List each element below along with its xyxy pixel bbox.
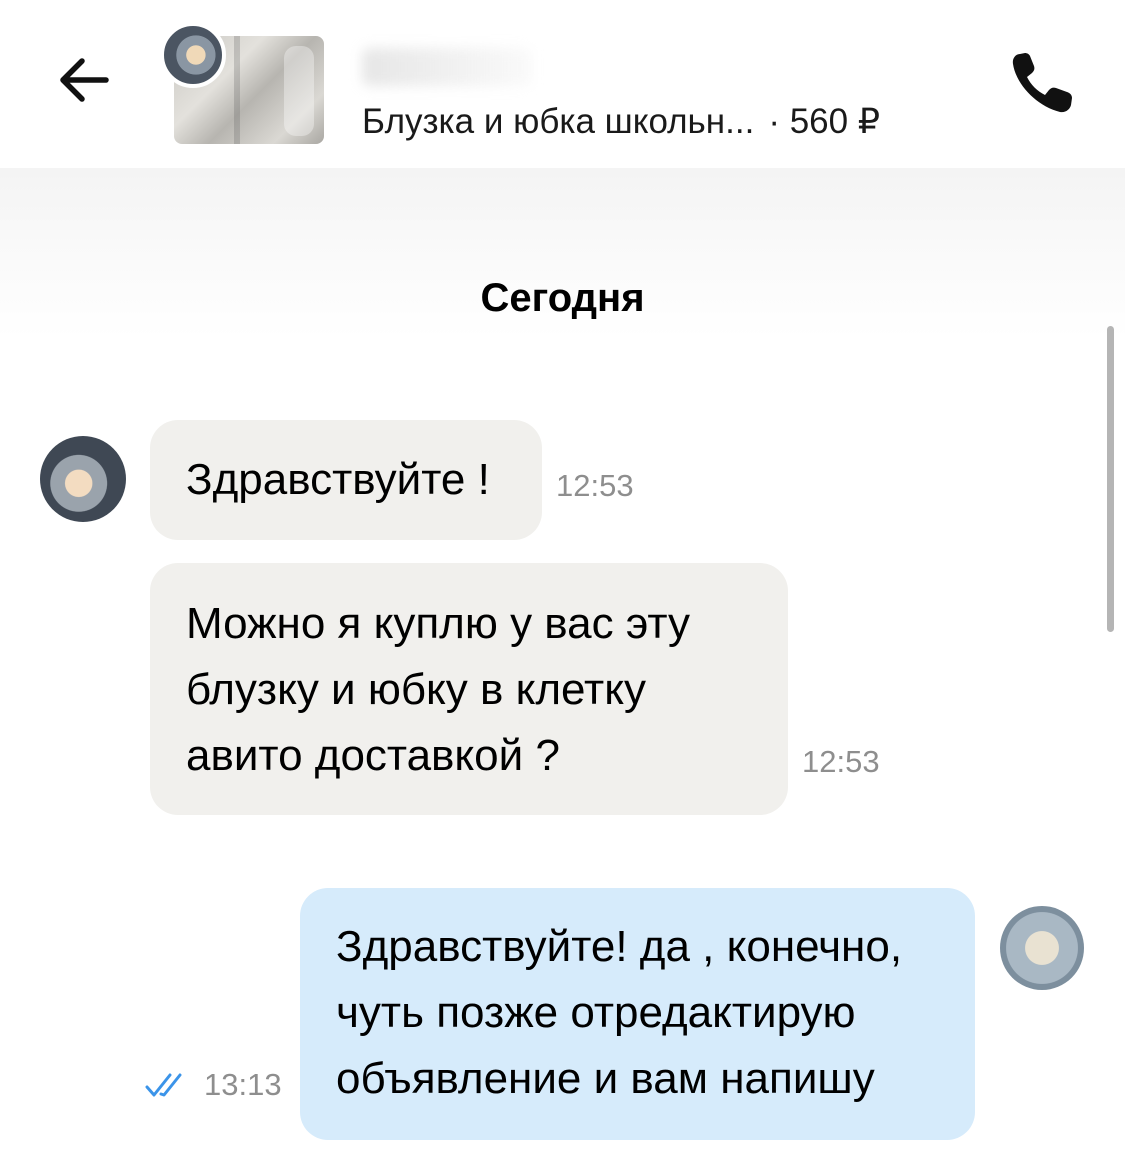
message-bubble-incoming[interactable]: Здравствуйте !: [150, 420, 542, 540]
message-text-line: чуть позже отредактирую: [336, 988, 856, 1037]
seller-name-blurred[interactable]: [362, 48, 532, 86]
message-time: 12:53: [556, 468, 634, 503]
scrollbar[interactable]: [1107, 326, 1114, 632]
listing-summary[interactable]: Блузка и юбка школьн... · 560 ₽: [362, 100, 880, 144]
message-text-line: блузку и юбку в клетку: [186, 665, 646, 714]
double-check-icon: [145, 1073, 182, 1097]
arrow-left-icon: [60, 58, 109, 102]
message-text-line: Здравствуйте! да , конечно,: [336, 922, 903, 971]
chat-header: Блузка и юбка школьн... · 560 ₽: [0, 0, 1125, 168]
thumbnail-fabric-highlight: [284, 46, 314, 136]
message-text-line: авито доставкой ?: [186, 731, 560, 780]
listing-title: Блузка и юбка школьн...: [362, 102, 755, 141]
message-text: Здравствуйте !: [186, 455, 490, 504]
message-text-line: Можно я куплю у вас эту: [186, 599, 691, 648]
message-time: 12:53: [802, 744, 880, 779]
call-button[interactable]: [1004, 46, 1080, 122]
message-bubble-outgoing[interactable]: Здравствуйте! да , конечно, чуть позже о…: [300, 888, 975, 1140]
message-text-line: объявление и вам напишу: [336, 1054, 875, 1103]
my-avatar[interactable]: [1000, 906, 1084, 990]
date-separator: Сегодня: [480, 276, 645, 320]
thumbnail-fabric-fold: [234, 36, 240, 144]
listing-price: · 560 ₽: [768, 102, 881, 141]
seller-avatar[interactable]: [160, 22, 226, 88]
back-button[interactable]: [52, 48, 116, 112]
message-time: 13:13: [204, 1067, 282, 1102]
phone-icon: [1012, 53, 1072, 113]
seller-message-avatar[interactable]: [40, 436, 126, 522]
message-bubble-incoming[interactable]: Можно я куплю у вас эту блузку и юбку в …: [150, 563, 788, 815]
